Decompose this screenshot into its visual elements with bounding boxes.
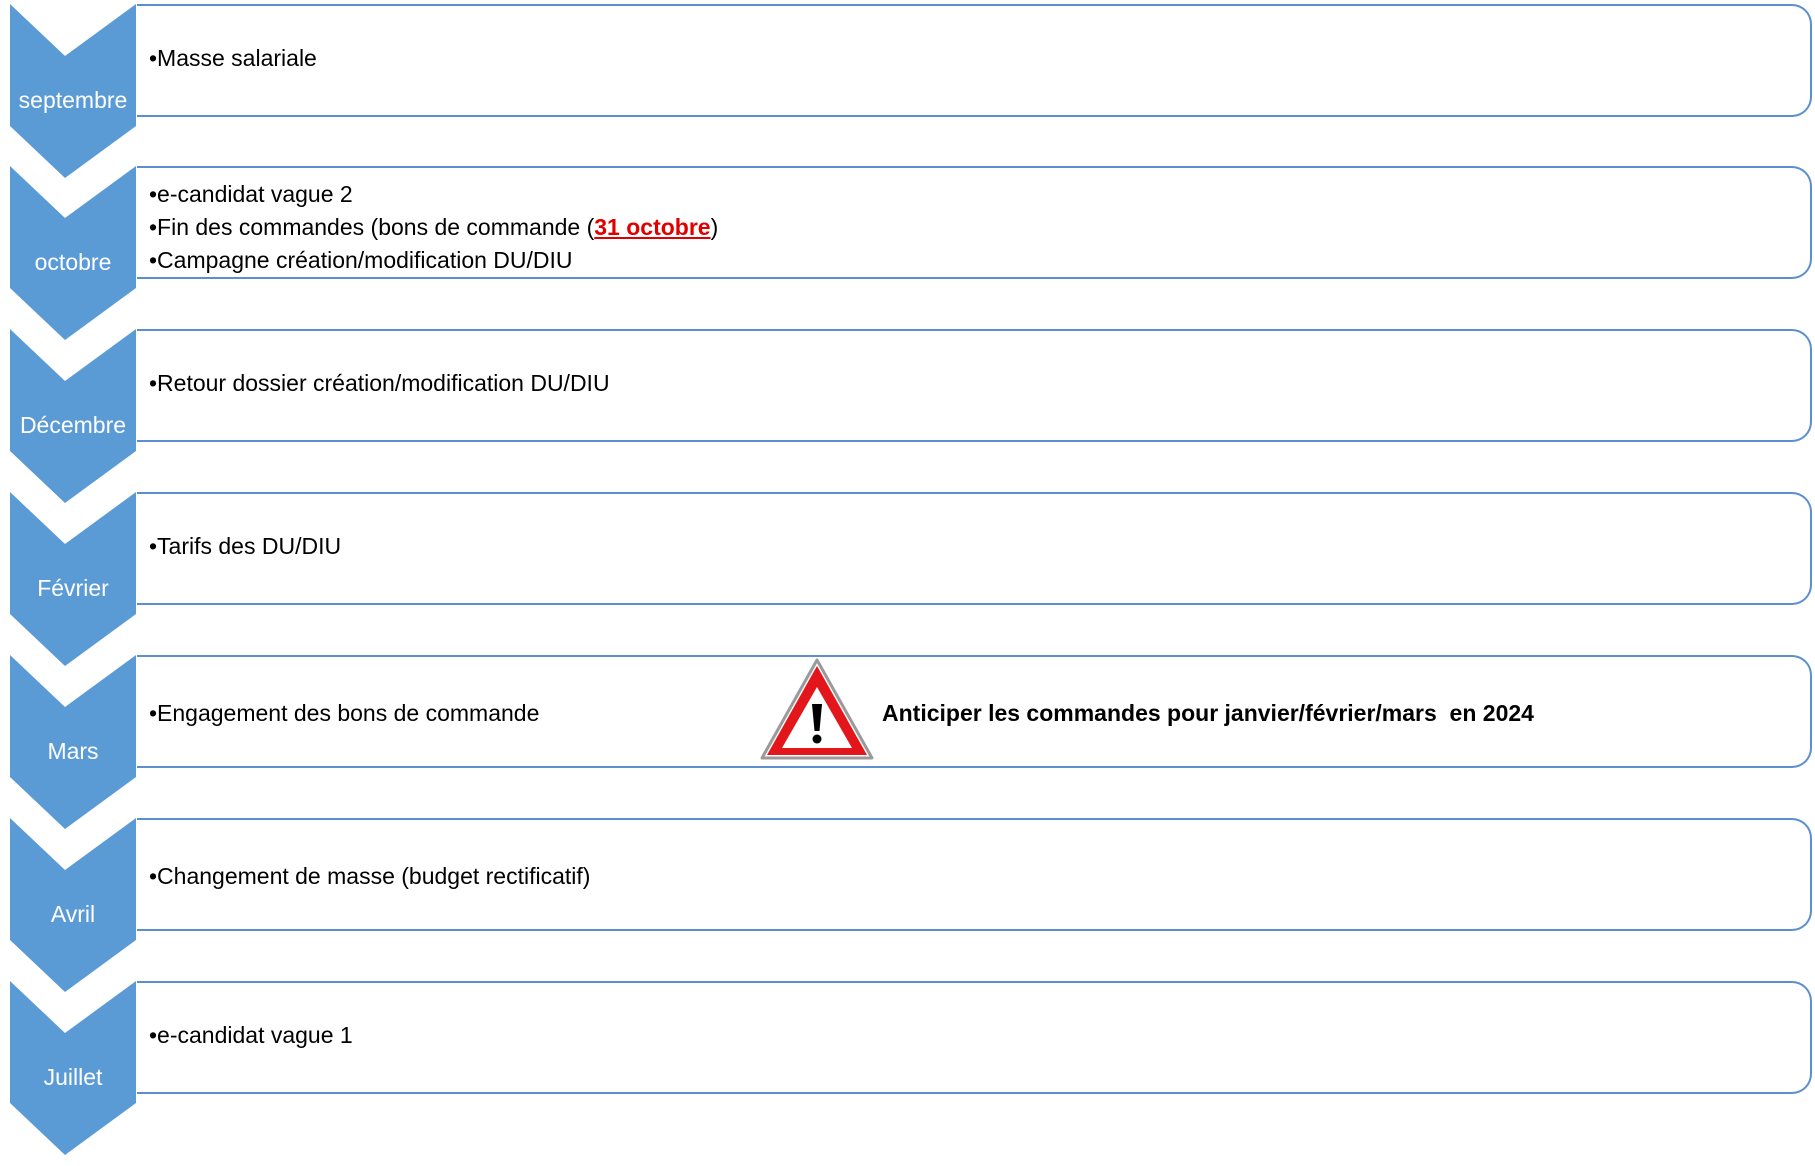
month-label: Avril	[50, 901, 96, 927]
item-list: •Tarifs des DU/DIU	[149, 530, 341, 563]
chevron-octobre: octobre	[10, 166, 136, 351]
chevron-fevrier: Février	[10, 492, 136, 677]
list-item: •e-candidat vague 2	[149, 178, 718, 211]
chevron-decembre: Décembre	[10, 329, 136, 514]
deadline-highlight: 31 octobre	[594, 214, 711, 240]
list-item: •Changement de masse (budget rectificati…	[149, 860, 590, 893]
row-box-mars: •Engagement des bons de commande Anticip…	[137, 655, 1812, 768]
item-list: •e-candidat vague 1	[149, 1019, 353, 1052]
item-suffix: )	[710, 214, 719, 240]
list-item: •Fin des commandes (bons de commande (31…	[149, 211, 718, 244]
month-label: Juillet	[43, 1064, 103, 1090]
warning-triangle-svg	[760, 658, 874, 760]
item-text: •Masse salariale	[149, 45, 317, 71]
list-item: •Retour dossier création/modification DU…	[149, 367, 610, 400]
row-box-fevrier: •Tarifs des DU/DIU	[137, 492, 1812, 605]
chevron-avril: Avril	[10, 818, 136, 1003]
item-text: •Fin des commandes (bons de commande (	[149, 214, 595, 240]
item-list: •Masse salariale	[149, 42, 317, 75]
month-label: Mars	[47, 738, 99, 764]
row-box-decembre: •Retour dossier création/modification DU…	[137, 329, 1812, 442]
row-box-septembre: •Masse salariale	[137, 4, 1812, 117]
item-list: •Retour dossier création/modification DU…	[149, 367, 610, 400]
exclamation-dot	[812, 734, 822, 744]
month-label: Février	[37, 575, 109, 601]
month-label: Décembre	[19, 412, 127, 438]
item-text: •e-candidat vague 1	[149, 1022, 353, 1048]
list-item: •Tarifs des DU/DIU	[149, 530, 341, 563]
month-label: septembre	[18, 87, 128, 113]
item-text: •Changement de masse (budget rectificati…	[149, 863, 591, 889]
list-item: •Campagne création/modification DU/DIU	[149, 244, 718, 277]
item-list: •e-candidat vague 2 •Fin des commandes (…	[149, 178, 718, 277]
row-box-octobre: •e-candidat vague 2 •Fin des commandes (…	[137, 166, 1812, 279]
warning-triangle-icon	[758, 657, 876, 765]
item-text: •e-candidat vague 2	[149, 181, 353, 207]
chevron-septembre: septembre	[10, 4, 136, 189]
list-item: •Engagement des bons de commande	[149, 697, 539, 730]
warning-text: Anticiper les commandes pour janvier/fév…	[882, 700, 1534, 726]
item-text: •Engagement des bons de commande	[149, 700, 540, 726]
timeline-diagram: septembre •Masse salariale octobre •e-ca…	[0, 0, 1815, 1165]
chevron-mars: Mars	[10, 655, 136, 840]
chevron-juillet: Juillet	[10, 981, 136, 1166]
item-list: •Changement de masse (budget rectificati…	[149, 860, 590, 893]
item-text: •Tarifs des DU/DIU	[149, 533, 342, 559]
list-item: •Masse salariale	[149, 42, 317, 75]
row-box-juillet: •e-candidat vague 1	[137, 981, 1812, 1094]
item-list: •Engagement des bons de commande	[149, 697, 539, 730]
month-label: octobre	[34, 249, 112, 275]
item-text: •Campagne création/modification DU/DIU	[149, 247, 573, 273]
item-text: •Retour dossier création/modification DU…	[149, 370, 610, 396]
list-item: •e-candidat vague 1	[149, 1019, 353, 1052]
row-box-avril: •Changement de masse (budget rectificati…	[137, 818, 1812, 931]
